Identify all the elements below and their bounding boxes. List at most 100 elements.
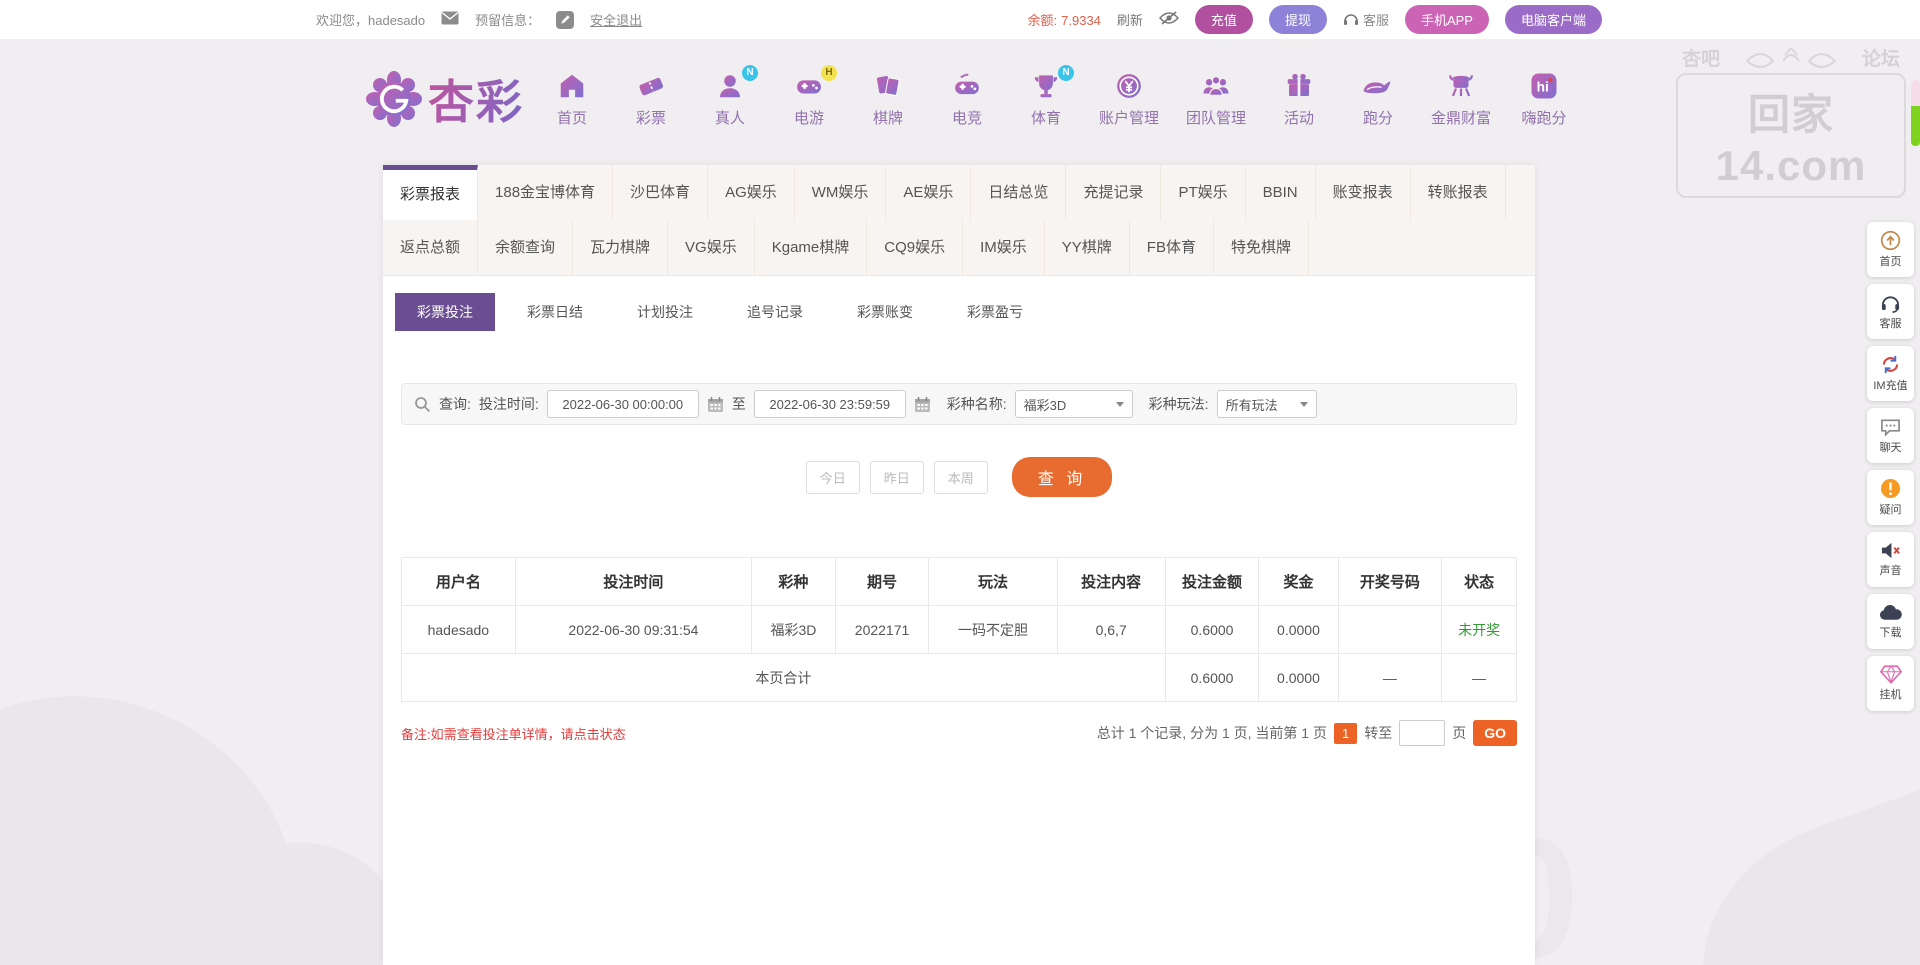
cell-issue: 2022171	[834, 605, 930, 654]
pc-client-button[interactable]: 电脑客户端	[1504, 5, 1602, 34]
refresh-link[interactable]: 刷新	[1117, 10, 1143, 29]
tab-yy-chess[interactable]: YY棋牌	[1045, 220, 1130, 275]
sidebar-download[interactable]: 下载	[1867, 594, 1914, 649]
go-button[interactable]: GO	[1473, 720, 1517, 746]
subtab-lottery-account-change[interactable]: 彩票账变	[835, 293, 935, 331]
sidebar-customer-service[interactable]: 客服	[1867, 284, 1914, 339]
nav-item-activity[interactable]: 活动	[1273, 71, 1325, 128]
calendar-icon[interactable]	[914, 396, 931, 413]
nav-item-home[interactable]: 首页	[546, 71, 598, 128]
calendar-icon[interactable]	[707, 396, 724, 413]
subtab-plan-bets[interactable]: 计划投注	[615, 293, 715, 331]
today-button[interactable]: 今日	[805, 460, 860, 494]
date-to-input[interactable]	[753, 390, 906, 418]
subtab-chase-record[interactable]: 追号记录	[725, 293, 825, 331]
subtab-lottery-bets[interactable]: 彩票投注	[395, 293, 495, 331]
svg-text:hi: hi	[1537, 79, 1549, 94]
sidebar-im-recharge[interactable]: IM充值	[1867, 346, 1914, 401]
cell-prize: 0.0000	[1258, 605, 1339, 654]
scroll-indicator[interactable]	[1911, 80, 1920, 146]
tab-ae[interactable]: AE娱乐	[886, 165, 972, 220]
query-bar: 查询: 投注时间: 至 彩种名称: 福彩3D 彩种玩法: 所有玩法	[401, 383, 1517, 425]
gift-icon	[1273, 71, 1325, 105]
tab-pt[interactable]: PT娱乐	[1161, 165, 1246, 220]
current-page-badge[interactable]: 1	[1333, 722, 1358, 744]
edit-pencil-icon[interactable]	[556, 10, 575, 29]
tab-ag[interactable]: AG娱乐	[708, 165, 795, 220]
tab-temian-chess[interactable]: 特免棋牌	[1214, 220, 1309, 275]
col-username: 用户名	[401, 557, 516, 606]
customer-service-link[interactable]: 客服	[1343, 10, 1389, 29]
tab-transfer-report[interactable]: 转账报表	[1411, 165, 1506, 220]
eye-off-icon[interactable]	[1158, 11, 1179, 28]
topbar: 欢迎您，hadesado 预留信息： 安全退出 余额: 7.9334 刷新 充值 …	[0, 0, 1920, 40]
balance-value: 7.9334	[1061, 13, 1101, 28]
welcome-text: 欢迎您，hadesado	[316, 13, 426, 28]
recharge-button[interactable]: 充值	[1194, 5, 1253, 34]
nav-item-esports[interactable]: 电竞	[941, 71, 993, 128]
tab-vg[interactable]: VG娱乐	[668, 220, 755, 275]
tab-saba-sports[interactable]: 沙巴体育	[613, 165, 709, 220]
subtab-lottery-profit-loss[interactable]: 彩票盈亏	[945, 293, 1045, 331]
cell-username: hadesado	[401, 605, 516, 654]
nav-item-account-management[interactable]: 账户管理	[1099, 71, 1159, 128]
tab-fb-sports[interactable]: FB体育	[1130, 220, 1214, 275]
tab-188-sports[interactable]: 188金宝博体育	[478, 165, 614, 220]
esports-gamepad-icon	[941, 71, 993, 105]
nav-item-paofen[interactable]: 跑分	[1352, 71, 1404, 128]
status-link[interactable]: 未开奖	[1458, 622, 1500, 638]
cell-bet-time: 2022-06-30 09:31:54	[514, 605, 753, 654]
tab-bbin[interactable]: BBIN	[1246, 165, 1316, 220]
site-logo[interactable]: 杏彩	[366, 66, 524, 132]
bets-table: 用户名 投注时间 彩种 期号 玩法 投注内容 投注金额 奖金 开奖号码 状态 h…	[401, 557, 1517, 702]
nav-item-hi-paofen[interactable]: hi 嗨跑分	[1518, 71, 1570, 128]
tab-account-change-report[interactable]: 账变报表	[1316, 165, 1411, 220]
this-week-button[interactable]: 本周	[933, 460, 988, 494]
logout-link[interactable]: 安全退出	[590, 10, 642, 29]
subtab-lottery-daily[interactable]: 彩票日结	[505, 293, 605, 331]
nav-item-egames[interactable]: H 电游	[783, 64, 837, 128]
tab-balance-query[interactable]: 余额查询	[478, 220, 574, 275]
sidebar-sound[interactable]: 声音	[1867, 532, 1914, 587]
nav-item-team-management[interactable]: 团队管理	[1186, 71, 1246, 128]
nav-item-sports[interactable]: N 体育	[1020, 64, 1074, 128]
sidebar-hangup[interactable]: 挂机	[1867, 656, 1914, 711]
goto-page-input[interactable]	[1399, 720, 1446, 746]
mobile-app-button[interactable]: 手机APP	[1404, 5, 1489, 34]
recharge-refresh-icon	[1882, 355, 1899, 374]
search-button[interactable]: 查 询	[1011, 457, 1113, 497]
footer-note: 备注:如需查看投注单详情，请点击状态	[401, 726, 626, 742]
nav-item-board-games[interactable]: 棋牌	[862, 71, 914, 128]
sidebar-home[interactable]: 首页	[1867, 222, 1914, 277]
withdraw-button[interactable]: 提现	[1268, 5, 1327, 34]
tab-daily-summary[interactable]: 日结总览	[971, 165, 1067, 220]
tab-cq9[interactable]: CQ9娱乐	[867, 220, 964, 275]
nav-item-live-casino[interactable]: N 真人	[704, 64, 758, 128]
lottery-subtabs: 彩票投注 彩票日结 计划投注 追号记录 彩票账变 彩票盈亏	[395, 293, 1535, 331]
tab-lottery-report[interactable]: 彩票报表	[383, 165, 479, 220]
table-footer: 备注:如需查看投注单详情，请点击状态 总计 1 个记录, 分为 1 页, 当前第…	[401, 720, 1517, 746]
yesterday-button[interactable]: 昨日	[869, 460, 924, 494]
lottery-name-select[interactable]: 福彩3D	[1014, 390, 1133, 418]
nav-item-jinding-wealth[interactable]: 金鼎财富	[1431, 71, 1491, 128]
report-tabs: 彩票报表 188金宝博体育 沙巴体育 AG娱乐 WM娱乐 AE娱乐 日结总览 充…	[383, 165, 1535, 276]
tab-deposit-withdraw-record[interactable]: 充提记录	[1066, 165, 1162, 220]
tab-wm[interactable]: WM娱乐	[795, 165, 887, 220]
tab-kgame[interactable]: Kgame棋牌	[755, 220, 868, 275]
play-type-select[interactable]: 所有玩法	[1216, 390, 1317, 418]
mail-icon[interactable]	[441, 11, 459, 28]
sidebar-chat[interactable]: 聊天	[1867, 408, 1914, 463]
tab-im[interactable]: IM娱乐	[963, 220, 1045, 275]
date-from-input[interactable]	[546, 390, 699, 418]
sidebar-question[interactable]: 疑问	[1867, 470, 1914, 525]
cell-lottery: 福彩3D	[751, 605, 836, 654]
tab-rebate-total[interactable]: 返点总额	[383, 220, 479, 275]
cell-bet-amount: 0.6000	[1164, 605, 1260, 654]
total-label: 本页合计	[401, 653, 1166, 702]
home-icon	[546, 71, 598, 105]
nav-item-lottery[interactable]: 彩票	[625, 71, 677, 128]
cloud-icon	[1879, 604, 1902, 620]
yen-coin-icon	[1099, 71, 1159, 105]
tab-wali-chess[interactable]: 瓦力棋牌	[573, 220, 669, 275]
table-header-row: 用户名 投注时间 彩种 期号 玩法 投注内容 投注金额 奖金 开奖号码 状态	[401, 557, 1517, 606]
